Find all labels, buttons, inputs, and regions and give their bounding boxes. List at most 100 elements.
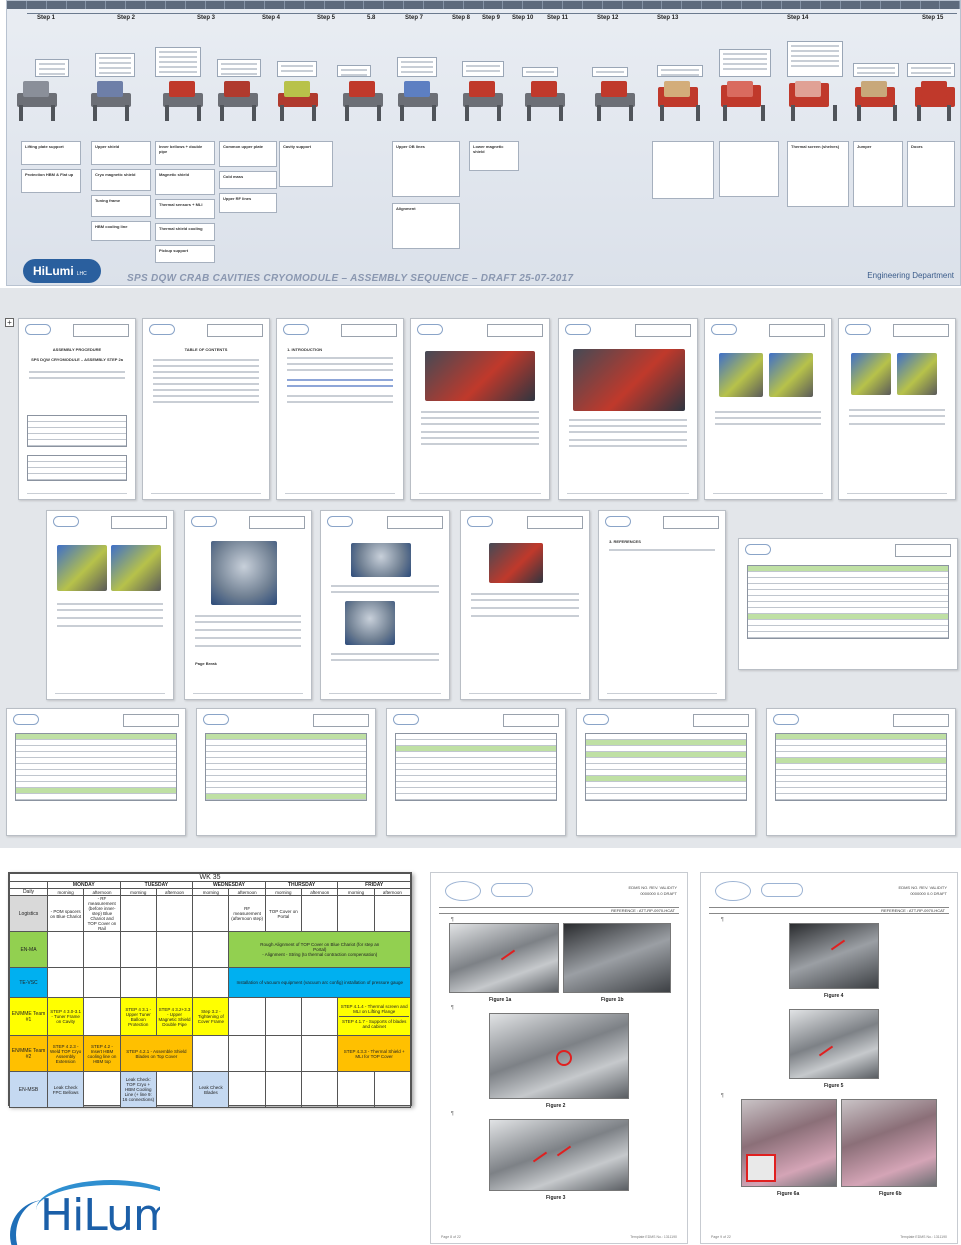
half-day-label: afternoon (83, 888, 121, 896)
document-page-thumbnail-landscape[interactable] (766, 708, 956, 836)
poster-ruler (7, 1, 960, 9)
week-label: WK 35 (9, 873, 411, 882)
component-box: Protection HBM & Flat up (21, 169, 81, 193)
component-box: Alignment (392, 203, 460, 249)
step-note (155, 47, 201, 77)
day-header: MONDAY (47, 881, 121, 889)
document-page-thumbnail[interactable] (410, 318, 550, 500)
document-page-thumbnail[interactable] (838, 318, 956, 500)
component-label: Inner bellows + double pipe (159, 144, 203, 154)
step-note (787, 41, 843, 77)
hilumi-poster-logo: HiLumiLHC PROJECT (23, 259, 101, 283)
document-page-thumbnail[interactable]: Page Break (184, 510, 312, 700)
component-label: Upper RF lines (223, 196, 252, 201)
template-number: Template EDMS No.: 1311190 (630, 1235, 677, 1239)
document-code-line: 0000000 0.0 DRAFT (910, 891, 947, 896)
component-box: Lower magnetic shield (469, 141, 519, 171)
document-page-thumbnail[interactable] (704, 318, 832, 500)
row-label: EN-MSB (9, 1071, 48, 1108)
page-footer: Page 9 of 22 Template EDMS No.: 1311190 (711, 1235, 947, 1239)
poster-logo-text: HiLumi (33, 264, 74, 278)
hilumi-logo (761, 883, 803, 897)
step-note (337, 65, 371, 77)
component-label: Alignment (396, 206, 416, 211)
poster-steps: Step 1 Step 2 Step 3 Step 4 Step 5 5.8 S… (27, 15, 950, 27)
document-page-thumbnail[interactable]: 1. INTRODUCTION (276, 318, 404, 500)
step-note (657, 65, 703, 77)
component-label: Cavity support (283, 144, 312, 149)
figure-caption: Figure 2 (546, 1103, 566, 1109)
row-label: EN/MME Team #1 (9, 997, 48, 1036)
photo-page-left[interactable]: EDMS NO. REV. VALIDITY 0000000 0.0 DRAFT… (430, 872, 688, 1244)
half-day-label: afternoon (373, 888, 412, 896)
step-note (95, 53, 135, 77)
schedule-cell: Step 3.2 - Tightening of Cover Frame (192, 997, 230, 1036)
row-label: EN-MA (9, 931, 48, 968)
component-label: Common upper plate (223, 144, 264, 149)
document-page-thumbnail[interactable]: ASSEMBLY PROCEDURE SPS DQW CRYOMODULE – … (18, 318, 136, 500)
cover-subtitle: SPS DQW CRYOMODULE – ASSEMBLY STEP 2a (31, 357, 123, 362)
figure-caption: Figure 3 (546, 1195, 566, 1201)
document-page-thumbnail-landscape[interactable] (386, 708, 566, 836)
step-label: Step 14 (787, 15, 809, 21)
component-label: Upper OB lines (396, 144, 425, 149)
photo-page-right[interactable]: EDMS NO. REV. VALIDITY 0000000 0.0 DRAFT… (700, 872, 958, 1244)
document-code-line: 0000000 0.0 DRAFT (640, 891, 677, 896)
step-label: Step 2 (117, 15, 136, 21)
figure-caption: Figure 4 (824, 993, 844, 999)
step-label: 5.8 (367, 15, 376, 21)
photo (489, 1119, 629, 1191)
half-day-label: afternoon (301, 888, 339, 896)
half-day-label: morning (192, 888, 230, 896)
component-box: HBM cooling line (91, 221, 151, 241)
expand-icon[interactable]: + (5, 318, 14, 327)
schedule-cell: STEP 4 3.1 - Upper Tuner Balloon Protect… (119, 997, 157, 1036)
photo (449, 923, 559, 993)
component-label: Protection HBM & Flat up (25, 172, 74, 177)
document-page-thumbnail-landscape[interactable] (738, 538, 958, 670)
schedule-cell: Leak Check FPC Bellows (46, 1071, 85, 1108)
document-page-thumbnail[interactable] (460, 510, 590, 700)
row-label: TE-VSC (9, 967, 48, 998)
cryomodule-render (457, 79, 509, 121)
document-page-thumbnail[interactable]: TABLE OF CONTENTS (142, 318, 270, 500)
document-page-thumbnail-landscape[interactable] (576, 708, 756, 836)
hilumi-logo: HiLumi (0, 1174, 160, 1245)
figure-caption: Figure 1a (489, 997, 512, 1003)
component-box: Common upper plate (219, 141, 277, 167)
component-label: Lower magnetic shield (473, 144, 504, 154)
photo (789, 1009, 879, 1079)
document-page-thumbnail[interactable] (558, 318, 698, 500)
component-box: Doors (907, 141, 955, 207)
figure-caption: Figure 6a (777, 1191, 800, 1197)
cryomodule-render (272, 79, 324, 121)
poster-department: Engineering Department (867, 271, 954, 280)
document-thumbnail-grid: + ASSEMBLY PROCEDURE SPS DQW CRYOMODULE … (0, 288, 961, 848)
document-page-thumbnail[interactable]: 3. REFERENCES (598, 510, 726, 700)
component-label: Cold mass (223, 174, 244, 179)
component-label: Pickup support (159, 248, 189, 253)
component-box: Upper RF lines (219, 193, 277, 213)
document-page-thumbnail-landscape[interactable] (6, 708, 186, 836)
schedule-cell-text: - Alignment - String (to thermal contrac… (262, 952, 378, 957)
poster-title: SPS DQW CRAB CAVITIES CRYOMODULE – ASSEM… (127, 273, 574, 284)
figure-caption: Figure 5 (824, 1083, 844, 1089)
component-box: Thermal sensors + MLI (155, 199, 215, 219)
document-page-thumbnail[interactable] (46, 510, 174, 700)
schedule-cell-text: STEP 4.1.7 - Supports of blades and cabi… (339, 1016, 409, 1029)
component-box: Thermal shield cooling (155, 223, 215, 241)
component-label: Doors (911, 144, 923, 149)
component-box: Lifting plate support (21, 141, 81, 165)
component-label: HBM cooling line (95, 224, 128, 229)
assembly-sequence-poster: Step 1 Step 2 Step 3 Step 4 Step 5 5.8 S… (6, 0, 961, 286)
photo (841, 1099, 937, 1187)
document-page-thumbnail[interactable] (320, 510, 450, 700)
schedule-cell: Leak Check: TOP Cryo + HBM Cooling Line … (119, 1071, 157, 1108)
document-page-thumbnail-landscape[interactable] (196, 708, 376, 836)
day-header: TUESDAY (119, 881, 194, 889)
component-label: Thermal shield cooling (159, 226, 203, 231)
cryomodule-render (392, 79, 444, 121)
schedule-cell: STEP 4.2.1 - Assemble Shield Blades on T… (119, 1035, 194, 1072)
step-label: Step 4 (262, 15, 281, 21)
component-box: Thermal screen (shelves) (787, 141, 849, 207)
